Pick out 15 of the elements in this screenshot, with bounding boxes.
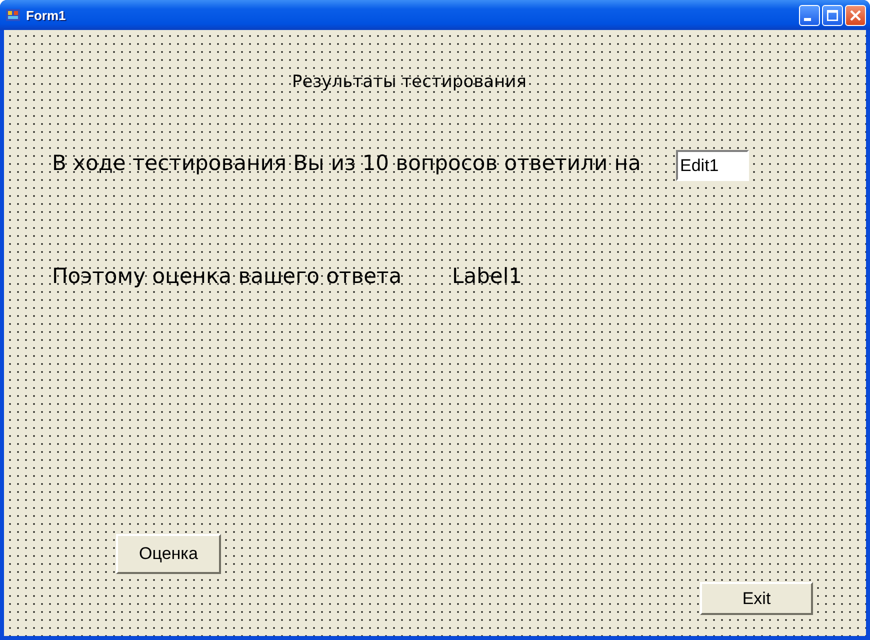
close-icon (850, 10, 861, 20)
minimize-button[interactable] (799, 4, 820, 26)
form-heading: Результаты тестирования (292, 72, 526, 92)
answers-field[interactable]: Edit1 (676, 150, 749, 181)
grade-label: Label1 (452, 264, 522, 288)
question-label: В ходе тестирования Вы из 10 вопросов ответили на (52, 151, 641, 175)
grade-caption: Поэтому оценка вашего ответа (52, 264, 402, 288)
minimize-icon (804, 18, 811, 20)
maximize-icon (827, 10, 838, 20)
exit-button[interactable]: Exit (700, 582, 813, 615)
grade-button[interactable]: Оценка (116, 534, 221, 574)
close-button[interactable] (845, 4, 866, 26)
window-title: Form1 (26, 8, 67, 22)
application-icon[interactable] (5, 7, 21, 23)
maximize-button[interactable] (822, 4, 843, 26)
